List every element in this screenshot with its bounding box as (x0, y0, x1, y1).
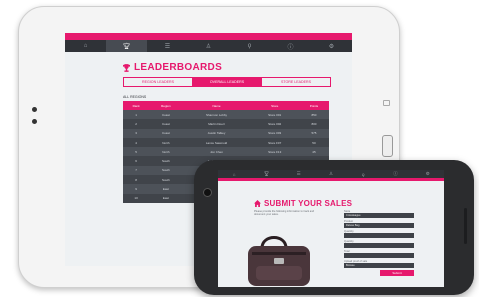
nav-bar: ⌂ 🏆︎ ☰ ♙ ϙ ⓘ ⚙ (65, 40, 352, 52)
table-cell: 800 (298, 119, 329, 129)
column-header: Name (182, 101, 251, 110)
table-row: 2 Coast Martin Doerr Store 002 800 (123, 119, 329, 129)
home-icon[interactable]: ⌂ (65, 40, 106, 52)
upload-proof-input[interactable]: Browse (344, 263, 414, 268)
table-cell: Martin Doerr (182, 119, 251, 129)
table-cell: South (149, 175, 183, 185)
table-cell: Store 002 (250, 119, 299, 129)
product-select[interactable]: Deluxe Bag (344, 223, 414, 228)
table-cell: East (149, 193, 183, 203)
table-cell: 45 (298, 147, 329, 157)
table-cell: 7 (123, 165, 150, 176)
phone-camera (203, 188, 212, 197)
settings-icon[interactable]: ⚙ (412, 170, 444, 178)
phone-screen: ⌂ 🏆︎ ☰ ♙ ϙ ⓘ ⚙ SUBMIT YOUR SALES Please … (218, 170, 444, 287)
table-cell: Coast (149, 110, 183, 120)
tablet-back-key[interactable] (383, 100, 390, 106)
page-title: LEADERBOARDS (123, 62, 352, 73)
table-cell: 3 (123, 128, 150, 138)
submit-sales-title-text: SUBMIT YOUR SALES (264, 199, 353, 208)
tab-region-leaders[interactable]: REGION LEADERS (124, 78, 193, 86)
product-bag-image (248, 236, 310, 286)
table-cell: 10 (123, 193, 150, 203)
lightbulb-icon[interactable]: ϙ (229, 40, 270, 52)
table-cell: Store F07 (250, 137, 299, 148)
submit-sales-description: Please provide the following information… (254, 210, 315, 217)
table-cell: 50 (298, 137, 329, 148)
column-header: Store (250, 101, 299, 110)
quantity-input[interactable] (344, 233, 414, 238)
table-cell: Store 001 (250, 110, 299, 120)
table-cell: Store F13 (250, 147, 299, 157)
tablet-camera (32, 107, 37, 112)
lightbulb-icon[interactable]: ϙ (347, 170, 379, 178)
table-cell: Coast (149, 119, 183, 129)
info-icon[interactable]: ⓘ (270, 40, 311, 52)
table-cell: South (149, 165, 183, 176)
table-cell: Shannon Lobby (182, 110, 251, 120)
table-cell: Jon Chen (182, 147, 251, 157)
store-input[interactable]: Crossleague (344, 213, 414, 218)
info-icon[interactable]: ⓘ (379, 170, 411, 178)
table-header-row: Rank Region Name Store Points (123, 101, 329, 110)
table-cell: 850 (298, 110, 329, 120)
table-cell: Coast (149, 128, 183, 138)
table-cell: 8 (123, 175, 150, 185)
column-header: Points (298, 101, 329, 110)
phone-device: ⌂ 🏆︎ ☰ ♙ ϙ ⓘ ⚙ SUBMIT YOUR SALES Please … (194, 160, 474, 295)
phone-speaker (464, 208, 467, 244)
user-icon[interactable]: ♙ (188, 40, 229, 52)
table-cell: 6 (123, 156, 150, 166)
table-cell: 9 (123, 184, 150, 194)
table-row: 3 Coast Austin Talkey Store 003 575 (123, 128, 329, 138)
table-cell: East (149, 184, 183, 194)
table-cell: 1 (123, 110, 150, 120)
quantity-input[interactable] (344, 243, 414, 248)
trophy-icon[interactable]: 🏆︎ (250, 170, 282, 178)
tablet-home-button[interactable] (382, 135, 393, 157)
sales-form: Store Crossleague Product Deluxe Bag Qua… (344, 210, 414, 276)
home-icon[interactable]: ⌂ (218, 170, 250, 178)
table-row: 1 Coast Shannon Lobby Store 001 850 (123, 110, 329, 120)
column-header: Region (149, 101, 183, 110)
table-row: 5 North Jon Chen Store F13 45 (123, 147, 329, 157)
phone-nav-bar: ⌂ 🏆︎ ☰ ♙ ϙ ⓘ ⚙ (218, 170, 444, 178)
table-cell: North (149, 137, 183, 148)
table-cell: Lance Sawmold (182, 137, 251, 148)
table-cell: South (149, 156, 183, 166)
submit-sales-title: SUBMIT YOUR SALES (254, 199, 444, 208)
tablet-sensor (32, 119, 37, 124)
tab-overall-leaders[interactable]: OVERALL LEADERS (193, 78, 262, 86)
user-icon[interactable]: ♙ (315, 170, 347, 178)
table-cell: 2 (123, 119, 150, 129)
total-input[interactable] (344, 253, 414, 258)
home-icon (254, 200, 261, 207)
table-cell: Store 003 (250, 128, 299, 138)
tab-store-leaders[interactable]: STORE LEADERS (262, 78, 330, 86)
list-icon[interactable]: ☰ (147, 40, 188, 52)
table-cell: 575 (298, 128, 329, 138)
submit-button[interactable]: Submit (380, 270, 414, 276)
top-accent-bar (65, 33, 352, 40)
page-title-text: LEADERBOARDS (134, 62, 223, 73)
table-cell: North (149, 147, 183, 157)
phone-accent-bar (218, 178, 444, 181)
table-cell: 5 (123, 147, 150, 157)
list-icon[interactable]: ☰ (283, 170, 315, 178)
column-header: Rank (123, 101, 150, 110)
table-cell: 4 (123, 137, 150, 148)
table-cell: Austin Talkey (182, 128, 251, 138)
section-label: ALL REGIONS (123, 95, 147, 99)
leaderboard-tabs: REGION LEADERS OVERALL LEADERS STORE LEA… (123, 77, 331, 87)
trophy-icon[interactable]: 🏆︎ (106, 40, 147, 52)
trophy-icon (123, 63, 130, 72)
settings-icon[interactable]: ⚙ (311, 40, 352, 52)
table-row: 4 North Lance Sawmold Store F07 50 (123, 137, 329, 148)
